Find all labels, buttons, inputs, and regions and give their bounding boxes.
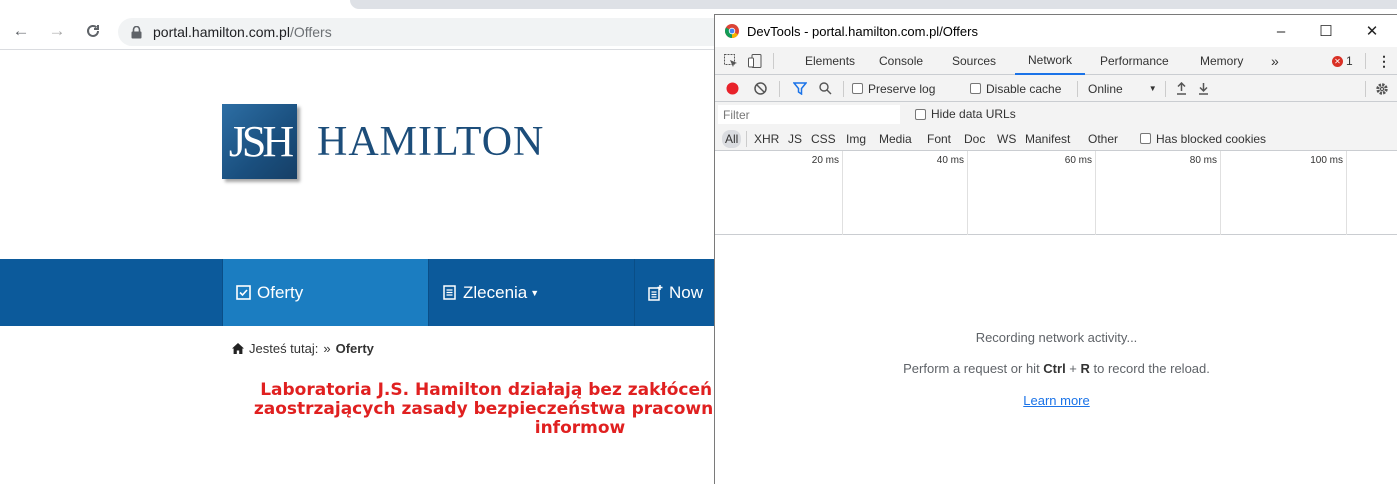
browser-toolbar: ← → portal.hamilton.com.pl/Offers — [0, 14, 718, 50]
home-icon[interactable] — [232, 343, 244, 354]
notice-text: Laboratoria J.S. Hamilton działają bez z… — [30, 381, 716, 438]
breadcrumb: Jesteś tutaj: » Oferty — [232, 341, 374, 356]
tab-elements[interactable]: Elements — [805, 47, 855, 75]
network-overview-timeline[interactable]: 20 ms 40 ms 60 ms 80 ms 100 ms — [715, 151, 1397, 235]
forward-arrow-icon[interactable]: → — [44, 18, 70, 44]
preserve-log-checkbox[interactable]: Preserve log — [852, 75, 935, 102]
url-host: portal.hamilton.com.pl — [153, 24, 290, 40]
filter-icon[interactable] — [793, 75, 807, 102]
disable-cache-checkbox[interactable]: Disable cache — [970, 75, 1061, 102]
notice-line: informow — [534, 418, 626, 438]
network-empty-state: Recording network activity... Perform a … — [715, 249, 1397, 484]
timeline-tick: 100 ms — [1310, 155, 1343, 166]
menu-item-nowe[interactable]: Now — [634, 259, 716, 326]
inspect-element-icon[interactable] — [723, 53, 739, 69]
lock-icon — [130, 25, 143, 40]
clear-icon[interactable] — [754, 75, 767, 102]
type-font[interactable]: Font — [924, 130, 954, 148]
timeline-tick: 40 ms — [936, 155, 964, 166]
logo-mark: JSH — [222, 104, 297, 179]
error-icon: ✕ — [1332, 55, 1343, 67]
error-indicator[interactable]: ✕ 1 — [1332, 47, 1353, 75]
tab-strip — [0, 0, 1397, 12]
notice-line: Laboratoria J.S. Hamilton działają bez z… — [260, 380, 716, 400]
filter-row: Hide data URLs — [715, 102, 1397, 126]
address-bar[interactable]: portal.hamilton.com.pl/Offers — [118, 18, 718, 46]
devtools-titlebar[interactable]: DevTools - portal.hamilton.com.pl/Offers… — [715, 15, 1397, 47]
minimize-button[interactable]: – — [1258, 15, 1304, 47]
more-tabs-button[interactable]: » — [1271, 47, 1279, 75]
timeline-tick: 60 ms — [1064, 155, 1092, 166]
r-key: R — [1080, 361, 1090, 376]
menu-item-zlecenia[interactable]: Zlecenia ▼ — [428, 259, 634, 326]
error-count: 1 — [1346, 54, 1353, 68]
type-xhr[interactable]: XHR — [751, 130, 782, 148]
new-document-icon — [647, 284, 663, 301]
menu-label: Now — [669, 282, 704, 302]
search-icon[interactable] — [819, 75, 832, 102]
learn-more-link[interactable]: Learn more — [715, 393, 1397, 408]
devtools-title: DevTools - portal.hamilton.com.pl/Offers — [747, 23, 978, 39]
menu-item-oferty[interactable]: Oferty — [222, 259, 428, 326]
type-manifest[interactable]: Manifest — [1022, 130, 1073, 148]
caret-down-icon: ▼ — [530, 287, 540, 298]
close-button[interactable]: ✕ — [1349, 15, 1395, 47]
maximize-button[interactable]: ☐ — [1303, 15, 1349, 47]
ctrl-key: Ctrl — [1043, 361, 1066, 376]
hamilton-logo[interactable]: JSH HAMILTON — [222, 104, 544, 179]
devtools-window: DevTools - portal.hamilton.com.pl/Offers… — [714, 14, 1397, 484]
reload-icon[interactable] — [80, 18, 106, 44]
throttling-select[interactable]: Online ▼ — [1088, 75, 1157, 102]
device-toolbar-icon[interactable] — [747, 53, 763, 69]
tab-network[interactable]: Network — [1015, 47, 1085, 75]
devtools-tabbar: Elements Console Sources Network Perform… — [715, 47, 1397, 75]
document-icon — [441, 285, 457, 301]
type-other[interactable]: Other — [1085, 130, 1121, 148]
checkbox-icon — [235, 285, 251, 301]
url-path: /Offers — [289, 24, 332, 40]
kebab-menu-icon[interactable]: ⋮ — [1377, 47, 1391, 75]
screen: ← → portal.hamilton.com.pl/Offers JSH HA… — [0, 0, 1397, 484]
filter-input[interactable] — [718, 105, 900, 124]
reload-hint: Perform a request or hit Ctrl + R to rec… — [903, 361, 1210, 376]
type-css[interactable]: CSS — [808, 130, 839, 148]
web-page: JSH HAMILTON Oferty Zlecenia ▼ Now Jeste… — [0, 51, 716, 484]
type-ws[interactable]: WS — [994, 130, 1019, 148]
menu-label: Zlecenia — [463, 282, 528, 302]
menu-label: Oferty — [257, 282, 304, 302]
recording-message: Recording network activity... — [975, 330, 1138, 345]
import-har-icon[interactable] — [1176, 75, 1187, 102]
resource-type-filters: All XHR JS CSS Img Media Font Doc WS Man… — [715, 126, 1397, 151]
notice-line: zaostrzających zasady bezpieczeństwa pra… — [253, 399, 716, 419]
breadcrumb-prefix: Jesteś tutaj: — [249, 341, 319, 356]
type-doc[interactable]: Doc — [961, 130, 988, 148]
back-arrow-icon[interactable]: ← — [8, 18, 34, 44]
main-menu: Oferty Zlecenia ▼ Now — [0, 259, 716, 326]
breadcrumb-current: Oferty — [335, 341, 374, 356]
hide-data-urls-checkbox[interactable]: Hide data URLs — [915, 102, 1016, 126]
type-all[interactable]: All — [722, 130, 742, 148]
network-toolbar: Preserve log Disable cache Online ▼ — [715, 75, 1397, 102]
export-har-icon[interactable] — [1198, 75, 1209, 102]
type-media[interactable]: Media — [876, 130, 915, 148]
breadcrumb-separator: » — [323, 341, 331, 356]
has-blocked-cookies-checkbox[interactable]: Has blocked cookies — [1140, 126, 1266, 151]
gear-icon[interactable] — [1375, 75, 1389, 102]
timeline-tick: 80 ms — [1189, 155, 1217, 166]
record-icon[interactable] — [726, 75, 739, 102]
tab-memory[interactable]: Memory — [1200, 47, 1243, 75]
tab-sources[interactable]: Sources — [952, 47, 996, 75]
caret-down-icon: ▼ — [1148, 84, 1157, 93]
timeline-tick: 20 ms — [811, 155, 839, 166]
type-img[interactable]: Img — [843, 130, 869, 148]
tab-console[interactable]: Console — [879, 47, 923, 75]
chrome-icon — [725, 24, 739, 38]
tab-performance[interactable]: Performance — [1100, 47, 1169, 75]
type-js[interactable]: JS — [785, 130, 805, 148]
logo-text: HAMILTON — [317, 118, 545, 165]
